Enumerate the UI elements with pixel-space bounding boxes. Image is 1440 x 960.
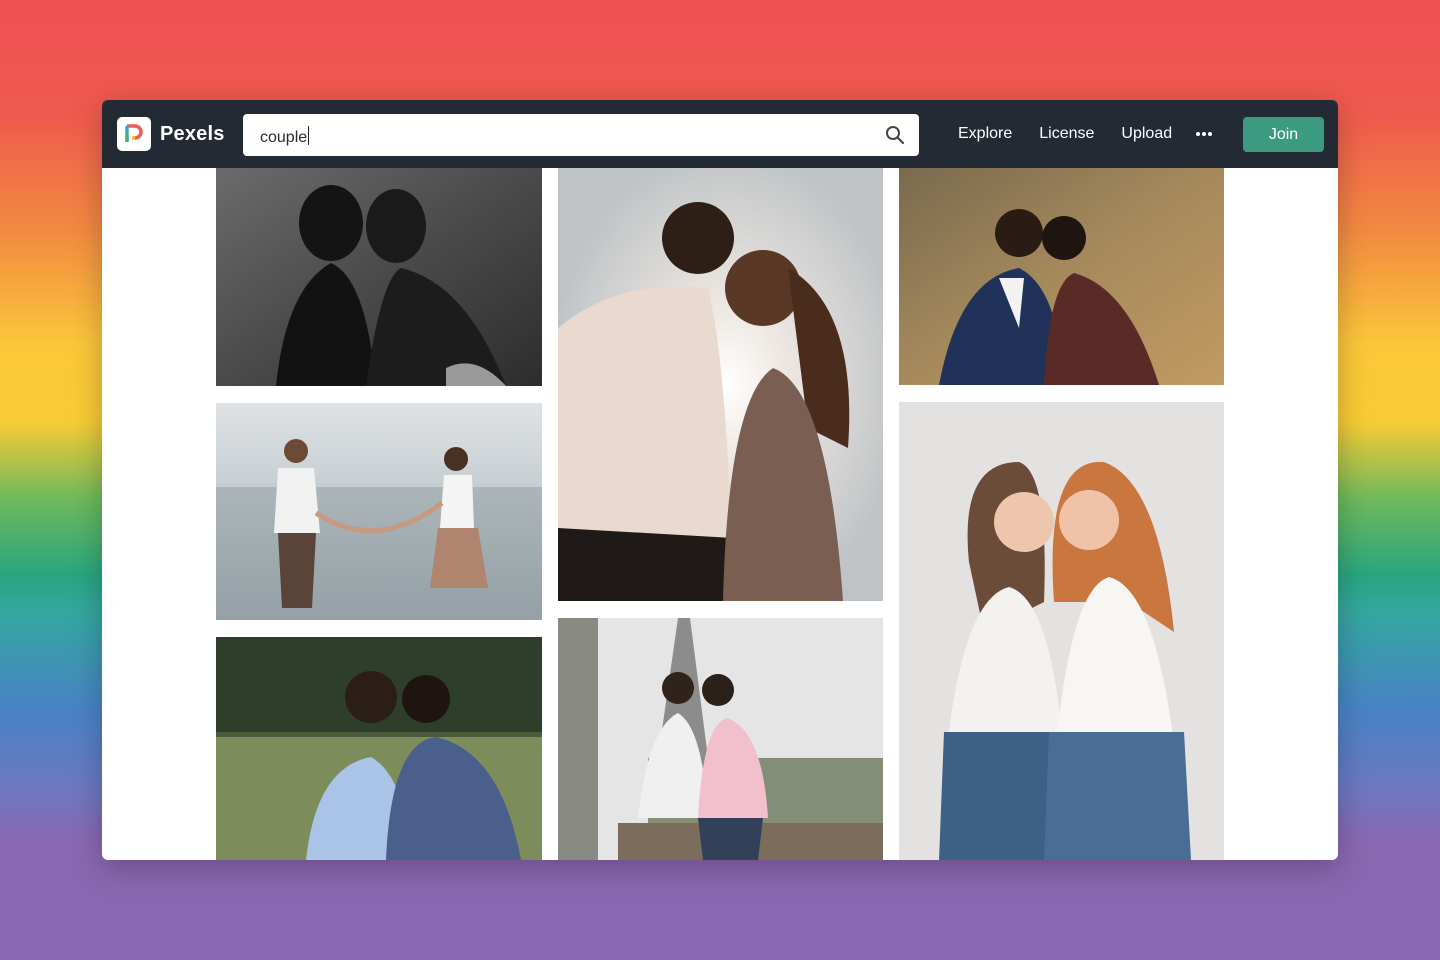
photo-image-7 [558, 618, 883, 860]
nav-explore-link[interactable]: Explore [958, 125, 1012, 143]
photo-image-3 [899, 168, 1224, 385]
photo-card-3[interactable] [899, 168, 1224, 385]
pexels-logo-icon [117, 117, 151, 151]
photo-grid [102, 168, 1338, 860]
navbar: Pexels couple Explore License Upload Joi… [102, 100, 1338, 168]
join-button[interactable]: Join [1243, 117, 1324, 152]
photo-image-6 [216, 637, 542, 860]
photo-image-1 [216, 168, 542, 386]
photo-card-4[interactable] [216, 403, 542, 620]
nav-upload-link[interactable]: Upload [1121, 125, 1172, 143]
photo-card-7[interactable] [558, 618, 883, 860]
photo-card-1[interactable] [216, 168, 542, 386]
photo-card-6[interactable] [216, 637, 542, 860]
logo-link[interactable]: Pexels [117, 117, 225, 151]
text-caret [308, 126, 310, 145]
photo-image-2 [558, 168, 883, 601]
brand-name: Pexels [160, 122, 225, 145]
browser-window: Pexels couple Explore License Upload Joi… [102, 100, 1338, 860]
photo-image-5 [899, 402, 1224, 860]
search-input-text: couple [260, 129, 308, 146]
search-input-value[interactable]: couple [260, 126, 310, 147]
photo-image-4 [216, 403, 542, 620]
nav-license-link[interactable]: License [1039, 125, 1094, 143]
photo-card-2[interactable] [558, 168, 883, 601]
search-icon[interactable] [885, 125, 905, 145]
photo-card-5[interactable] [899, 402, 1224, 860]
more-options-icon[interactable] [1195, 126, 1213, 142]
nav-links: Explore License Upload [958, 100, 1199, 168]
search-bar[interactable]: couple [243, 114, 919, 156]
